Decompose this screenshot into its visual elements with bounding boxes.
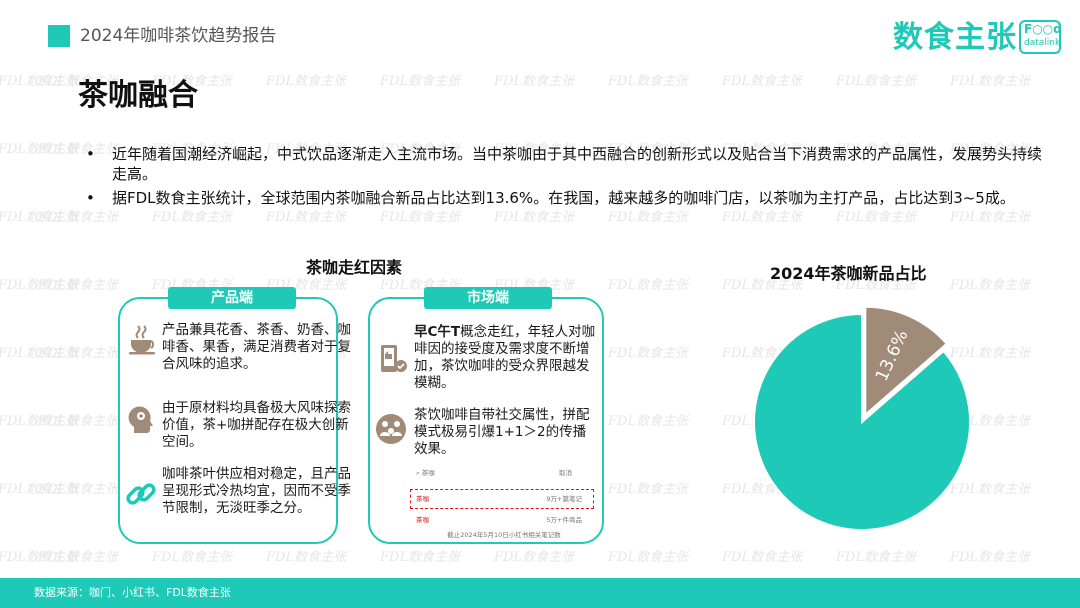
bullet-text: 据FDL数食主张统计，全球范围内茶咖融合新品占比达到13.6%。在我国，越来越多… [112, 189, 1015, 207]
watermark-text: FDL数食主张 [0, 74, 79, 89]
result-2-count: 5万+件商品 [546, 516, 582, 524]
bullet-item: • 近年随着国潮经济崛起，中式饮品逐渐走入主流市场。当中茶咖由于其中西融合的创新… [86, 144, 1046, 184]
factors-title: 茶咖走红因素 [306, 258, 403, 277]
watermark-text: FDL数食主张 [38, 278, 119, 293]
watermark-text: FDL数食主张 [608, 550, 689, 565]
watermark-text: FDL数食主张 [380, 550, 461, 565]
watermark-text: FDL数食主张 [494, 550, 575, 565]
logo-badge-line1: F○○d [1024, 22, 1062, 36]
tab-product: 产品端 [168, 287, 296, 309]
bullet-list: • 近年随着国潮经济崛起，中式饮品逐渐走入主流市场。当中茶咖由于其中西融合的创新… [86, 144, 1046, 212]
result-2-label: 茶咖 [416, 516, 429, 524]
watermark-text: FDL数食主张 [0, 414, 79, 429]
watermark-text: FDL数食主张 [608, 414, 689, 429]
watermark-text: FDL数食主张 [0, 142, 79, 157]
market-item-2-text: 茶饮咖啡自带社交属性，拼配模式极易引爆1+1＞2的传播效果。 [414, 407, 590, 457]
social-group-icon [376, 414, 406, 444]
watermark-text: FDL数食主张 [266, 74, 347, 89]
watermark-text: FDL数食主张 [266, 550, 347, 565]
watermark-text: FDL数食主张 [380, 74, 461, 89]
report-title: 2024年咖啡茶饮趋势报告 [80, 26, 277, 46]
watermark-text: FDL数食主张 [0, 346, 79, 361]
watermark-text: FDL数食主张 [38, 346, 119, 361]
search-screenshot: ⌕ 茶咖 取消 茶咖 9万+篇笔记 茶咖 5万+件商品 截止2024年5月10日… [410, 464, 596, 540]
watermark-text: FDL数食主张 [608, 74, 689, 89]
watermark-text: FDL数食主张 [0, 482, 79, 497]
watermark-text: FDL数食主张 [950, 278, 1031, 293]
pie-chart: 13.6% [753, 305, 971, 531]
watermark-text: FDL数食主张 [152, 550, 233, 565]
product-item-2-text: 由于原材料均具备极大风味探索价值，茶+咖拼配存在极大创新空间。 [162, 400, 351, 450]
chart-title: 2024年茶咖新品占比 [770, 264, 927, 283]
watermark-text: FDL数食主张 [608, 278, 689, 293]
watermark-text: FDL数食主张 [722, 550, 803, 565]
footer-bar: 数据来源：咖门、小红书、FDL数食主张 [0, 578, 1080, 608]
bullet-dot: • [86, 145, 95, 163]
product-item-1-text: 产品兼具花香、茶香、奶香、咖啡香、果香，满足消费者对于复合风味的追求。 [162, 322, 351, 372]
watermark-text: FDL数食主张 [38, 482, 119, 497]
watermark-text: FDL数食主张 [836, 74, 917, 89]
bullet-dot: • [86, 189, 95, 207]
result-1-count: 9万+篇笔记 [546, 495, 582, 503]
logo-badge-line2: datalink [1024, 38, 1061, 48]
phone-like-icon [381, 345, 407, 372]
watermark-text: FDL数食主张 [38, 550, 119, 565]
result-row-1: 茶咖 9万+篇笔记 [416, 492, 592, 506]
bullet-item: • 据FDL数食主张统计，全球范围内茶咖融合新品占比达到13.6%。在我国，越来… [86, 188, 1046, 208]
result-row-2: 茶咖 5万+件商品 [416, 513, 592, 527]
watermark-text: FDL数食主张 [0, 550, 79, 565]
watermark-text: FDL数食主张 [722, 74, 803, 89]
data-source: 数据来源：咖门、小红书、FDL数食主张 [34, 586, 231, 599]
watermark-text: FDL数食主张 [38, 414, 119, 429]
header-accent-square [48, 25, 70, 47]
head-gears-icon [128, 406, 153, 433]
watermark-text: FDL数食主张 [0, 210, 79, 225]
watermark-text: FDL数食主张 [608, 482, 689, 497]
watermark-text: FDL数食主张 [494, 74, 575, 89]
market-item-1-bold: 早C午T [414, 324, 461, 340]
brand-logo: 数食主张 F○○d datalink [893, 18, 1063, 58]
watermark-text: FDL数食主张 [608, 346, 689, 361]
search-row: ⌕ 茶咖 取消 [416, 466, 592, 480]
watermark-text: FDL数食主张 [950, 74, 1031, 89]
coffee-cup-icon [129, 325, 155, 355]
bullet-text: 近年随着国潮经济崛起，中式饮品逐渐走入主流市场。当中茶咖由于其中西融合的创新形式… [112, 145, 1043, 183]
market-item-1-text: 早C午T概念走红，年轻人对咖啡因的接受度及需求度不断增加，茶饮咖啡的受众界限越发… [414, 324, 598, 392]
search-cancel: 取消 [559, 469, 572, 477]
search-query: 茶咖 [421, 469, 435, 477]
result-1-label: 茶咖 [416, 495, 429, 503]
watermark-text: FDL数食主张 [836, 550, 917, 565]
tab-market: 市场端 [424, 287, 552, 309]
product-item-3-text: 咖啡茶叶供应相对稳定，且产品呈现形式冷热均宜，因而不受季节限制，无淡旺季之分。 [162, 466, 351, 516]
watermark-text: FDL数食主张 [950, 550, 1031, 565]
logo-text: 数食主张 [893, 20, 1017, 55]
logo-badge: F○○d datalink [1019, 20, 1062, 54]
search-caption: 截止2024年5月10日小红书相关笔记数 [447, 531, 561, 539]
chain-link-icon [126, 483, 156, 505]
watermark-text: FDL数食主张 [0, 278, 79, 293]
page-title: 茶咖融合 [78, 78, 198, 113]
